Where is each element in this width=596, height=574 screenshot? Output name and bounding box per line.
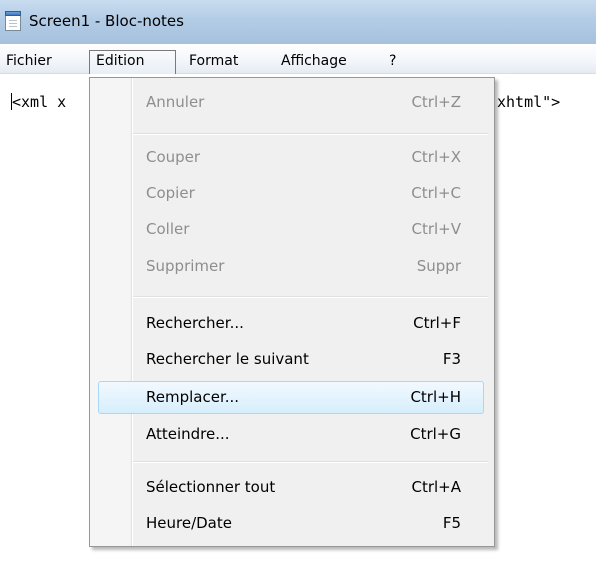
menu-item-label: Supprimer (146, 257, 225, 275)
menu-item-shortcut: Ctrl+H (410, 388, 461, 406)
menu-item-remplacer[interactable]: Remplacer... Ctrl+H (90, 381, 494, 413)
menu-item-label: Copier (146, 184, 195, 202)
menu-item-shortcut: F5 (442, 514, 461, 532)
menu-item-heure-date[interactable]: Heure/Date F5 (90, 507, 494, 539)
notepad-icon (5, 11, 21, 31)
menu-item-annuler[interactable]: Annuler Ctrl+Z (90, 86, 494, 118)
menu-item-label: Remplacer... (146, 388, 240, 406)
menu-item-copier[interactable]: Copier Ctrl+C (90, 177, 494, 209)
menu-item-shortcut: Ctrl+G (410, 425, 461, 443)
window-title: Screen1 - Bloc-notes (29, 12, 184, 30)
title-bar[interactable]: Screen1 - Bloc-notes (0, 0, 596, 44)
menu-item-label: Rechercher... (146, 314, 244, 332)
menu-item-label: Heure/Date (146, 514, 232, 532)
menu-item-coller[interactable]: Coller Ctrl+V (90, 213, 494, 245)
menu-fichier[interactable]: Fichier (6, 53, 52, 70)
menu-item-label: Sélectionner tout (146, 478, 276, 496)
menu-item-shortcut: Suppr (416, 257, 461, 275)
menu-item-supprimer[interactable]: Supprimer Suppr (90, 250, 494, 282)
editor-text-right: xhtml"> (497, 93, 561, 111)
menu-item-shortcut: Ctrl+A (411, 478, 461, 496)
menu-item-label: Couper (146, 148, 201, 166)
editor-text-left: <xml x (12, 93, 67, 111)
menu-separator (133, 296, 488, 298)
menu-item-rechercher-suivant[interactable]: Rechercher le suivant F3 (90, 343, 494, 375)
menu-item-shortcut: Ctrl+V (411, 220, 461, 238)
menu-item-selectionner-tout[interactable]: Sélectionner tout Ctrl+A (90, 471, 494, 503)
menu-item-label: Rechercher le suivant (146, 350, 309, 368)
menu-item-shortcut: Ctrl+F (413, 314, 461, 332)
menu-item-rechercher[interactable]: Rechercher... Ctrl+F (90, 307, 494, 339)
menu-separator (133, 461, 488, 463)
menu-help[interactable]: ? (389, 53, 396, 70)
menu-item-shortcut: Ctrl+C (411, 184, 461, 202)
menu-separator (133, 133, 488, 135)
menu-item-shortcut: Ctrl+Z (411, 93, 461, 111)
edition-dropdown-menu: Annuler Ctrl+Z Couper Ctrl+X Copier Ctrl… (89, 77, 495, 547)
menu-affichage[interactable]: Affichage (281, 53, 347, 70)
menu-item-shortcut: Ctrl+X (411, 148, 461, 166)
menu-item-atteindre[interactable]: Atteindre... Ctrl+G (90, 418, 494, 450)
menu-format[interactable]: Format (189, 53, 238, 70)
menu-item-couper[interactable]: Couper Ctrl+X (90, 141, 494, 173)
text-caret (11, 93, 12, 110)
menu-edition[interactable]: Edition (96, 53, 144, 70)
menu-item-label: Annuler (146, 93, 205, 111)
menu-item-label: Atteindre... (146, 425, 230, 443)
menu-item-label: Coller (146, 220, 190, 238)
menu-item-shortcut: F3 (442, 350, 461, 368)
